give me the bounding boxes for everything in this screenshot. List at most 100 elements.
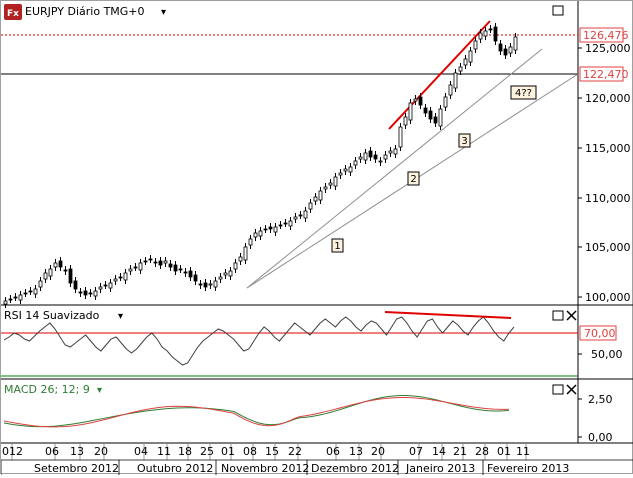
candle-body [433, 116, 438, 124]
time-axis: 012 06 13 20 04 11 18 25 01 08 15 22 06 13 20 07 14 21 28 0… [0, 443, 633, 475]
candle-body [18, 294, 23, 301]
trendline-upper[interactable] [246, 48, 543, 289]
svg-text:3: 3 [461, 136, 467, 147]
candle-body [343, 168, 348, 172]
candle-body [358, 156, 363, 160]
candle-body [63, 269, 68, 272]
candle-body [218, 276, 223, 280]
day-label: 13 [70, 445, 84, 458]
candle-body [208, 283, 213, 286]
rsi-divergence-line[interactable] [384, 311, 512, 319]
rsi-tick-50: 50,00 [591, 348, 623, 361]
candle-body [363, 152, 368, 161]
candle-body [173, 264, 178, 272]
day-label: 20 [94, 445, 108, 458]
rsi-dropdown-arrow[interactable]: ▾ [118, 311, 123, 322]
candle-body [123, 272, 128, 281]
wave-label-4[interactable]: 4?? [510, 85, 537, 100]
candle-body [463, 58, 468, 66]
candle-body [198, 283, 203, 286]
candle-body [323, 186, 328, 190]
candle-body [448, 84, 453, 96]
price-tick-label: 105,000 [585, 241, 631, 254]
candle-body [253, 232, 258, 238]
day-label: 04 [134, 445, 148, 458]
rsi-line [3, 316, 515, 366]
candle-body [503, 48, 508, 56]
candle-body [328, 182, 333, 186]
candle-body [468, 50, 473, 63]
candle-body [293, 216, 298, 220]
candle-body [243, 246, 248, 261]
current-price-label: 126,476 [583, 29, 629, 42]
candle-body [458, 66, 463, 72]
macd-dropdown-arrow[interactable]: ▾ [97, 385, 102, 396]
candle-body [178, 268, 183, 271]
candle-body [298, 214, 303, 217]
candle-body [383, 154, 388, 160]
svg-text:4??: 4?? [515, 88, 532, 99]
day-label: 21 [453, 445, 467, 458]
candle-body [333, 176, 338, 187]
day-label: 11 [516, 445, 530, 458]
candle-body [258, 230, 263, 237]
candle-body [303, 210, 308, 219]
chart-window: Fx EURJPY Diário TMG+0 ▾ 125,000 120,000 1… [0, 0, 633, 475]
candle-body [163, 260, 168, 264]
candle-body [373, 154, 378, 160]
candle-body [388, 150, 393, 154]
maximize-icon[interactable] [552, 384, 564, 395]
candlestick-series [3, 23, 518, 308]
candle-body [353, 160, 358, 166]
candle-body [43, 272, 48, 280]
candle-body [393, 148, 398, 155]
candle-body [83, 290, 88, 296]
wave-label-3[interactable]: 3 [458, 133, 471, 148]
title-dropdown-arrow[interactable]: ▾ [161, 7, 166, 18]
candle-body [308, 202, 313, 210]
symbol-title[interactable]: EURJPY Diário TMG+0 [25, 5, 145, 18]
candle-body [113, 278, 118, 282]
candle-body [423, 107, 428, 114]
candle-body [488, 28, 493, 31]
day-label: 07 [409, 445, 423, 458]
month-label: Janeiro 2013 [405, 462, 475, 475]
candle-body [313, 196, 318, 202]
candle-body [88, 292, 93, 295]
candle-body [483, 30, 488, 37]
chart-canvas[interactable]: Fx EURJPY Diário TMG+0 ▾ 125,000120,0001… [0, 1, 633, 475]
price-tick-label: 110,000 [585, 192, 631, 205]
candle-body [513, 36, 518, 51]
price-tick-label: 125,000 [585, 42, 631, 55]
candle-body [498, 43, 503, 52]
macd-tick-250: 2,50 [588, 393, 613, 406]
candle-body [48, 268, 53, 277]
rsi-title[interactable]: RSI 14 Suavizado [4, 309, 100, 322]
maximize-icon[interactable] [552, 5, 564, 16]
candle-body [8, 298, 13, 301]
candle-body [143, 260, 148, 263]
svg-text:1: 1 [334, 241, 340, 252]
close-icon[interactable] [566, 310, 577, 321]
candle-body [93, 290, 98, 297]
month-label: Novembro 2012 [221, 462, 309, 475]
candle-body [438, 108, 443, 127]
candle-body [158, 260, 163, 266]
wave-label-2[interactable]: 2 [407, 171, 420, 186]
candle-body [398, 126, 403, 148]
candle-body [318, 190, 323, 201]
month-label: Outubro 2012 [137, 462, 213, 475]
candle-body [168, 263, 173, 268]
candle-body [118, 276, 123, 279]
maximize-icon[interactable] [552, 310, 564, 321]
wave-label-1[interactable]: 1 [331, 238, 344, 253]
day-label: 13 [349, 445, 363, 458]
candle-body [223, 272, 228, 276]
candle-body [203, 282, 208, 288]
day-label: 18 [178, 445, 192, 458]
macd-title[interactable]: MACD 26; 12; 9 [4, 383, 90, 396]
price-tick-label: 100,000 [585, 291, 631, 304]
candle-body [273, 226, 278, 233]
close-icon[interactable] [566, 384, 577, 395]
candle-body [283, 222, 288, 225]
